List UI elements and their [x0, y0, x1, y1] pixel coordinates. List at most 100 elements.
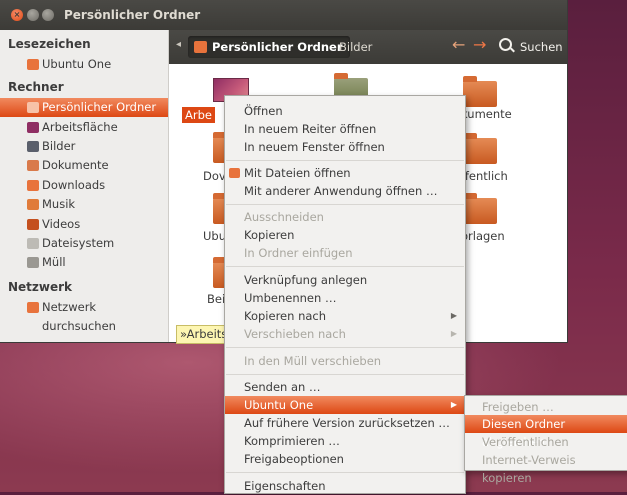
- menu-separator: [226, 472, 464, 473]
- forward-arrow-icon[interactable]: →: [473, 35, 486, 54]
- menu-item-label: Öffnen: [244, 104, 283, 118]
- menu-item-label: Verschieben nach: [244, 327, 346, 341]
- menu-item-ubuntu-one[interactable]: Ubuntu One ▶: [225, 396, 465, 414]
- path-scroll-left-icon[interactable]: ◂: [176, 39, 181, 50]
- sidebar-item-label: Musik: [42, 197, 76, 211]
- submenu-arrow-icon: ▶: [450, 329, 457, 338]
- context-menu: Öffnen In neuem Reiter öffnen In neuem F…: [224, 95, 466, 494]
- submenu-item-share[interactable]: Freigeben …: [465, 398, 627, 416]
- menu-item-label: Ausschneiden: [244, 210, 324, 224]
- sidebar-item-trash[interactable]: Müll: [0, 253, 168, 272]
- menu-item-label: Verknüpfung anlegen: [244, 273, 368, 287]
- file-label-selected[interactable]: Arbe: [182, 107, 215, 123]
- menu-item-revert-version[interactable]: Auf frühere Version zurücksetzen …: [225, 414, 465, 432]
- sidebar-item-ubuntu-one[interactable]: Ubuntu One: [0, 55, 168, 74]
- menu-item-open-new-tab[interactable]: In neuem Reiter öffnen: [225, 120, 465, 138]
- sidebar-item-label: Müll: [42, 255, 66, 269]
- menu-item-move-to-trash[interactable]: In den Müll verschieben: [225, 352, 465, 370]
- network-icon: [27, 302, 39, 313]
- menu-separator: [226, 204, 464, 205]
- breadcrumb-home[interactable]: Persönlicher Ordner: [188, 36, 350, 58]
- sidebar-item-downloads[interactable]: Downloads: [0, 176, 168, 195]
- file-label[interactable]: Dov: [203, 169, 226, 183]
- menu-item-label: Komprimieren …: [244, 434, 340, 448]
- menu-item-label: Freigeben …: [482, 400, 554, 414]
- sidebar-item-desktop[interactable]: Arbeitsfläche: [0, 118, 168, 137]
- submenu-item-copy-web-link[interactable]: Internet-Verweis kopieren: [465, 451, 627, 485]
- search-button[interactable]: Suchen: [520, 36, 563, 58]
- menu-item-send-to[interactable]: Senden an …: [225, 378, 465, 396]
- menu-item-rename[interactable]: Umbenennen …: [225, 289, 465, 307]
- sidebar-item-browse-network[interactable]: Netzwerk durchsuchen: [0, 298, 168, 333]
- sidebar-item-filesystem[interactable]: Dateisystem: [0, 234, 168, 253]
- files-app-icon: [229, 168, 240, 178]
- sidebar-item-label: Ubuntu One: [42, 57, 112, 71]
- documents-icon: [27, 160, 39, 171]
- sidebar-heading-network: Netzwerk: [8, 280, 73, 294]
- sidebar-item-label: Downloads: [42, 178, 106, 192]
- menu-item-open-new-window[interactable]: In neuem Fenster öffnen: [225, 138, 465, 156]
- menu-item-label: Umbenennen …: [244, 291, 337, 305]
- submenu-item-publish[interactable]: Veröffentlichen: [465, 433, 627, 451]
- file-label[interactable]: Bei: [207, 292, 225, 306]
- downloads-icon: [27, 180, 39, 191]
- menu-separator: [226, 266, 464, 267]
- menu-item-open-with-other[interactable]: Mit anderer Anwendung öffnen …: [225, 182, 465, 200]
- ubuntu-one-submenu: Freigeben … Diesen Ordner abgleichen Ver…: [464, 395, 627, 485]
- file-label[interactable]: ffentlich: [461, 169, 508, 183]
- trash-icon: [27, 257, 39, 268]
- public-folder-icon[interactable]: [463, 133, 497, 164]
- file-label[interactable]: Ubu: [203, 229, 226, 243]
- breadcrumb-label: Persönlicher Ordner: [212, 40, 343, 54]
- minimize-button[interactable]: [27, 9, 39, 21]
- breadcrumb-pictures[interactable]: Bilder: [339, 36, 372, 58]
- sidebar-item-label: Videos: [42, 217, 81, 231]
- menu-item-sharing-options[interactable]: Freigabeoptionen: [225, 450, 465, 468]
- sidebar-item-music[interactable]: Musik: [0, 195, 168, 214]
- menu-item-open-with-files[interactable]: Mit Dateien öffnen: [225, 164, 465, 182]
- titlebar: × Persönlicher Ordner: [0, 0, 567, 30]
- window-title: Persönlicher Ordner: [64, 8, 201, 22]
- file-label[interactable]: kumente: [461, 107, 512, 121]
- sidebar-heading-computer: Rechner: [8, 80, 64, 94]
- menu-item-cut[interactable]: Ausschneiden: [225, 208, 465, 226]
- home-folder-icon: [27, 102, 39, 113]
- menu-item-copy-to[interactable]: Kopieren nach ▶: [225, 307, 465, 325]
- documents-folder-icon[interactable]: [463, 76, 497, 107]
- sidebar-item-home[interactable]: Persönlicher Ordner: [0, 98, 168, 117]
- sidebar-item-label: Persönlicher Ordner: [42, 100, 157, 114]
- menu-item-label: Ubuntu One: [244, 398, 314, 412]
- menu-item-properties[interactable]: Eigenschaften: [225, 477, 465, 495]
- menu-item-make-link[interactable]: Verknüpfung anlegen: [225, 271, 465, 289]
- search-icon[interactable]: [499, 38, 512, 51]
- menu-item-label: In neuem Fenster öffnen: [244, 140, 385, 154]
- menu-item-open[interactable]: Öffnen: [225, 102, 465, 120]
- file-label[interactable]: orlagen: [461, 229, 505, 243]
- sidebar-item-label: Bilder: [42, 139, 76, 153]
- close-icon: ×: [13, 10, 21, 19]
- sidebar-item-pictures[interactable]: Bilder: [0, 137, 168, 156]
- menu-item-move-to[interactable]: Verschieben nach ▶: [225, 325, 465, 343]
- menu-item-paste-into-folder[interactable]: In Ordner einfügen: [225, 244, 465, 262]
- sidebar-item-label: Dateisystem: [42, 236, 115, 250]
- templates-folder-icon[interactable]: [463, 193, 497, 224]
- desktop-icon: [27, 122, 39, 133]
- maximize-button[interactable]: [42, 9, 54, 21]
- pictures-icon: [27, 141, 39, 152]
- submenu-item-sync-folder[interactable]: Diesen Ordner abgleichen: [465, 415, 627, 449]
- menu-item-label: Freigabeoptionen: [244, 452, 344, 466]
- sidebar-item-documents[interactable]: Dokumente: [0, 156, 168, 175]
- menu-item-label: Internet-Verweis kopieren: [482, 453, 576, 485]
- menu-item-copy[interactable]: Kopieren: [225, 226, 465, 244]
- menu-item-compress[interactable]: Komprimieren …: [225, 432, 465, 450]
- close-button[interactable]: ×: [11, 9, 23, 21]
- submenu-arrow-icon: ▶: [450, 311, 457, 320]
- videos-icon: [27, 219, 39, 230]
- menu-separator: [226, 374, 464, 375]
- menu-item-label: Kopieren nach: [244, 309, 327, 323]
- back-arrow-icon[interactable]: ←: [452, 35, 465, 54]
- sidebar: Lesezeichen Ubuntu One Rechner Persönlic…: [0, 30, 169, 342]
- toolbar: ◂ Persönlicher Ordner Bilder ← → Suchen: [169, 30, 567, 64]
- folder-icon: [27, 59, 39, 70]
- sidebar-item-videos[interactable]: Videos: [0, 215, 168, 234]
